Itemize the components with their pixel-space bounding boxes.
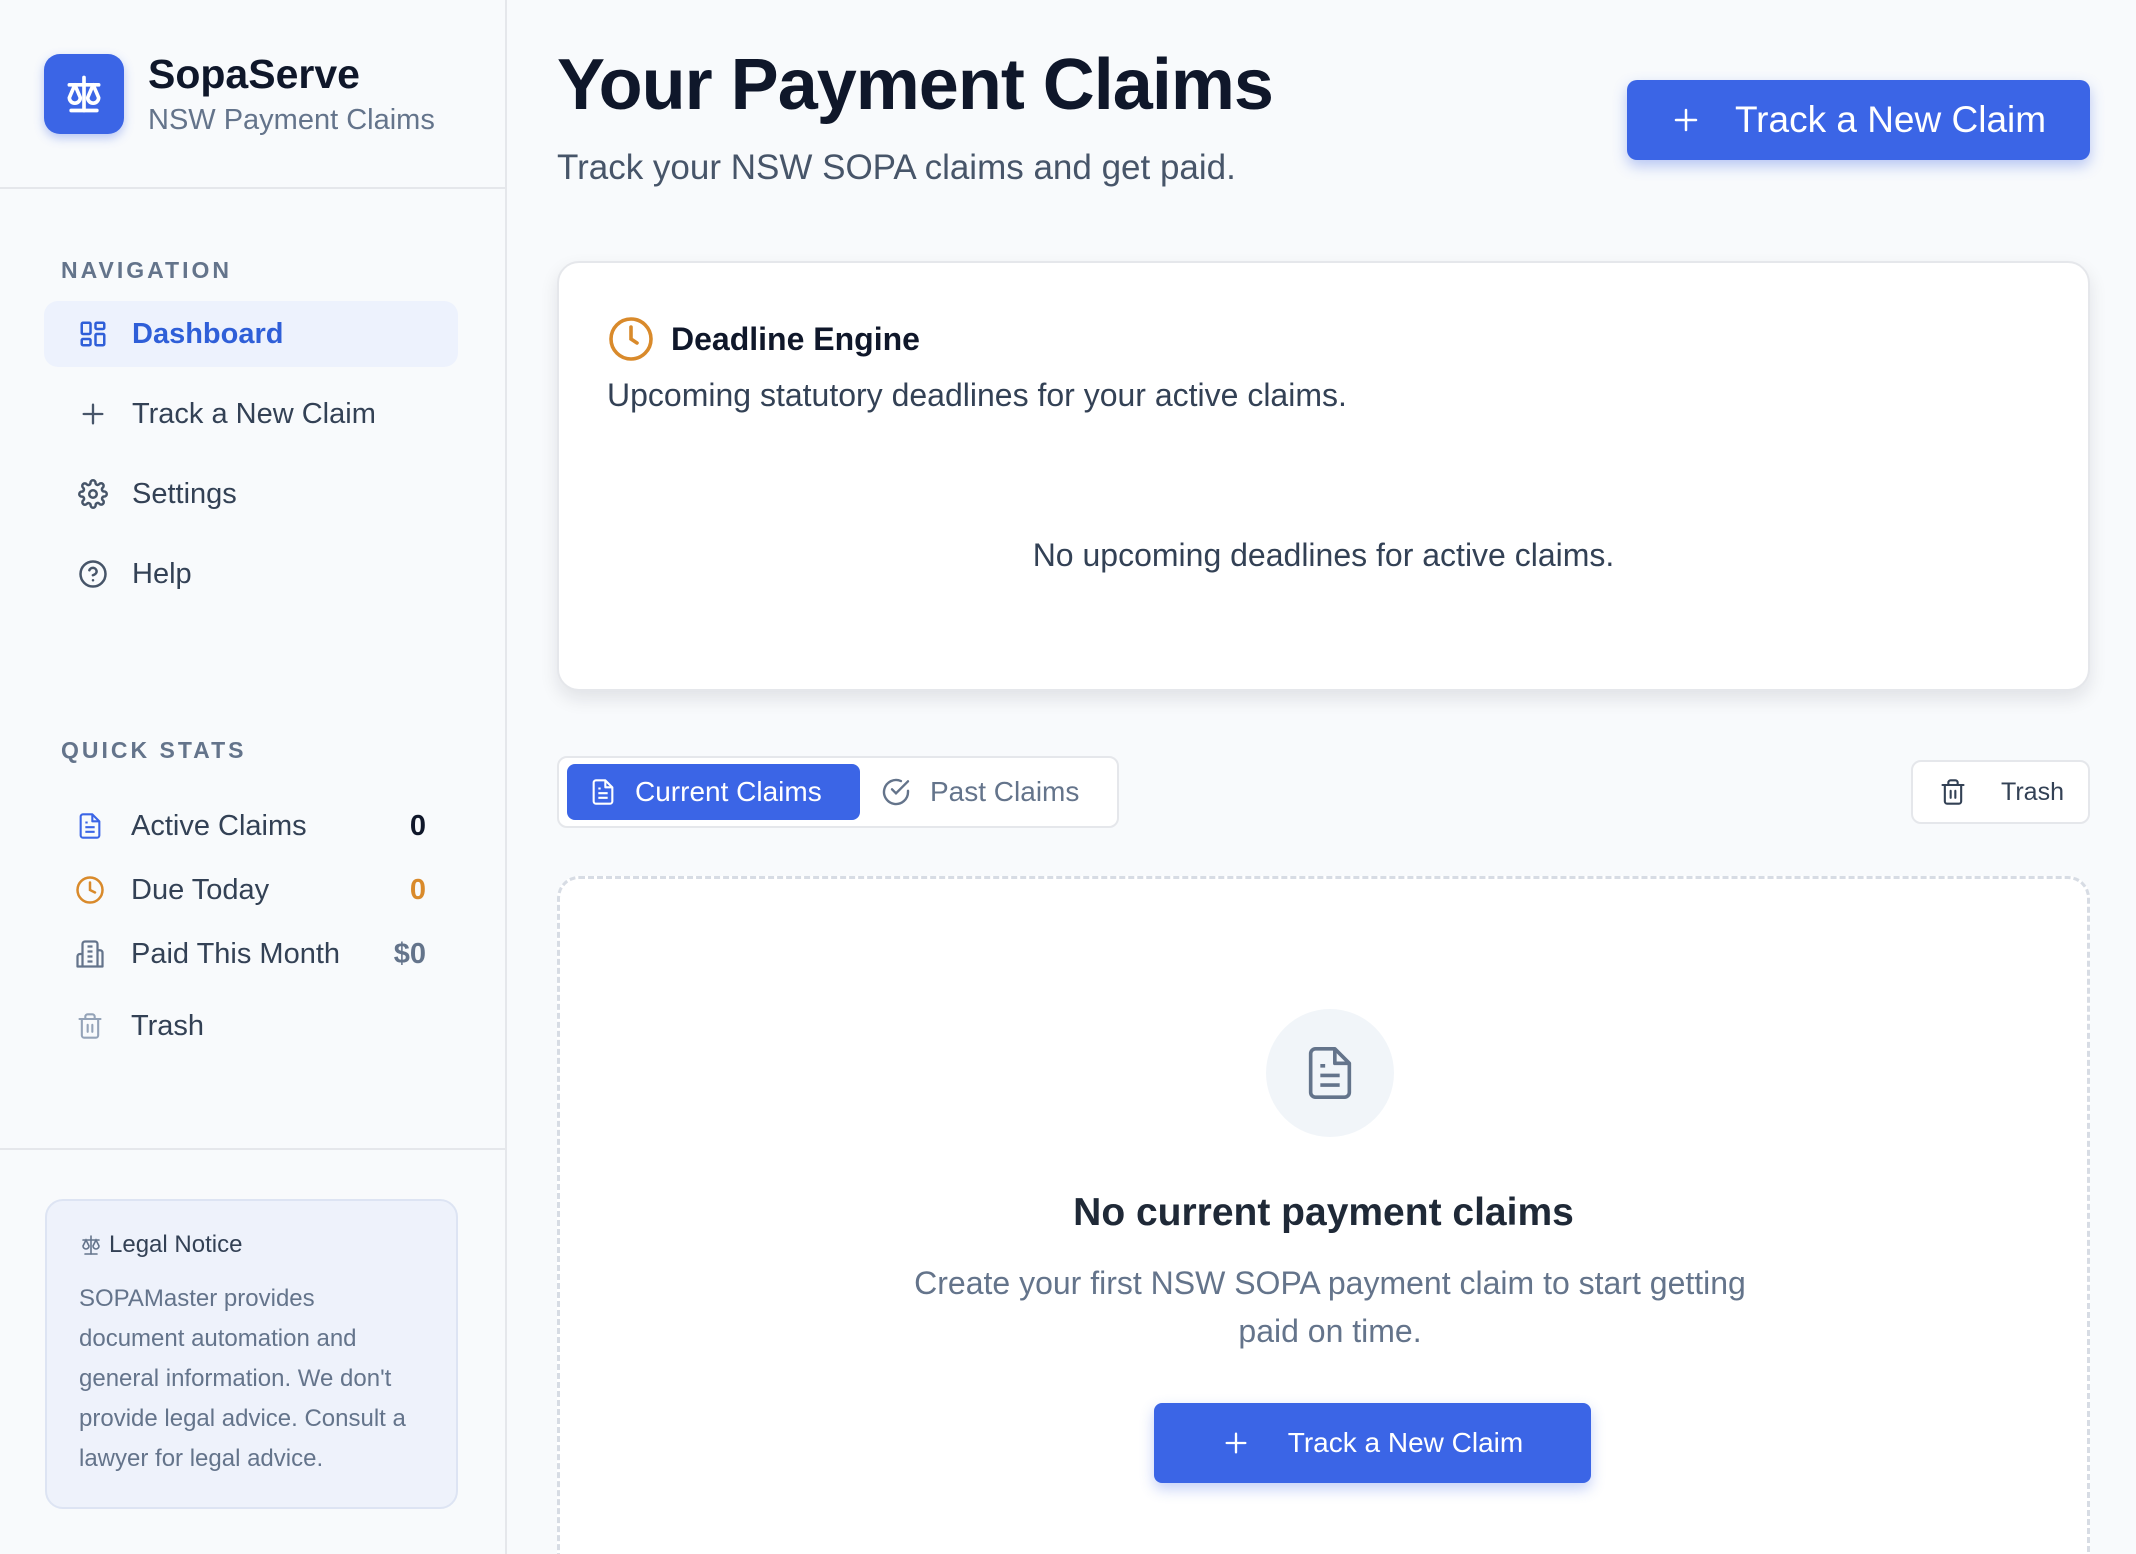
scale-icon [44,53,124,134]
page-subtitle: Track your NSW SOPA claims and get paid. [557,148,1236,187]
document-icon [1266,1009,1394,1137]
stat-label: Trash [131,1009,205,1042]
clock-icon [74,874,106,906]
deadline-empty-text: No upcoming deadlines for active claims. [1032,537,1615,573]
legal-notice-body: SOPAMaster provides document automation … [79,1285,406,1472]
brand-name: SopaServe [148,50,360,97]
sidebar-item-dashboard[interactable]: Dashboard [44,301,458,367]
empty-track-new-claim-button[interactable]: Track a New Claim [1154,1403,1591,1483]
sidebar-item-label: Track a New Claim [132,397,376,430]
check-circle-icon [880,776,912,808]
track-new-claim-button[interactable]: Track a New Claim [1627,80,2090,160]
brand-header: SopaServe NSW Payment Claims [0,0,505,189]
clock-icon [607,315,655,363]
tab-current-claims[interactable]: Current Claims [567,764,860,820]
main-content: Your Payment Claims Track your NSW SOPA … [509,0,2136,1554]
stat-value: 0 [409,809,426,842]
stat-active-claims: Active Claims 0 [74,801,426,851]
deadline-engine-card: Deadline Engine Upcoming statutory deadl… [557,261,2090,691]
sidebar-item-settings[interactable]: Settings [44,461,458,527]
stat-trash[interactable]: Trash [74,1001,426,1051]
card-description: Upcoming statutory deadlines for your ac… [607,377,1347,413]
document-icon [74,810,106,842]
plus-icon [1671,105,1701,135]
building-icon [74,938,106,970]
help-circle-icon [77,558,109,590]
trash-button[interactable]: Trash [1911,760,2090,824]
brand-subtitle: NSW Payment Claims [148,103,435,136]
card-title: Deadline Engine [671,320,920,357]
stat-value: 0 [409,873,426,906]
sidebar-item-help[interactable]: Help [44,541,458,607]
sidebar-item-label: Dashboard [132,317,284,350]
stat-due-today: Due Today 0 [74,865,426,915]
empty-claims-panel: No current payment claims Create your fi… [557,876,2090,1554]
gear-icon [77,478,109,510]
nav-section-label: NAVIGATION [61,257,232,283]
document-icon [589,777,617,807]
tab-label: Current Claims [635,776,822,807]
button-label: Track a New Claim [1734,99,2047,140]
trash-icon [1939,777,1967,807]
sidebar-item-label: Help [132,557,192,590]
stat-value: $0 [393,937,426,970]
tab-past-claims[interactable]: Past Claims [866,764,1106,820]
sidebar-divider [0,1148,507,1150]
sidebar-item-label: Settings [132,477,237,510]
tab-label: Past Claims [930,776,1080,807]
plus-icon [1222,1429,1250,1457]
legal-notice-title: Legal Notice [109,1231,243,1258]
sidebar-item-track-new-claim[interactable]: Track a New Claim [44,381,458,447]
button-label: Trash [2001,777,2064,806]
sidebar: SopaServe NSW Payment Claims NAVIGATION … [0,0,507,1554]
stat-label: Active Claims [131,809,307,842]
legal-notice: Legal Notice SOPAMaster provides documen… [45,1199,458,1509]
page-title: Your Payment Claims [557,45,1274,125]
stat-label: Paid This Month [131,937,341,970]
button-label: Track a New Claim [1287,1427,1524,1458]
stat-label: Due Today [131,873,270,906]
scale-icon [79,1233,103,1257]
claims-tabs: Current Claims Past Claims [557,756,1119,828]
empty-state-title: No current payment claims [1073,1191,1574,1234]
dashboard-icon [77,318,109,350]
empty-state-description: Create your first NSW SOPA payment claim… [914,1265,1746,1349]
stat-paid-this-month: Paid This Month $0 [74,929,426,979]
plus-icon [77,398,109,430]
trash-icon [74,1010,106,1042]
stats-section-label: QUICK STATS [61,737,247,763]
